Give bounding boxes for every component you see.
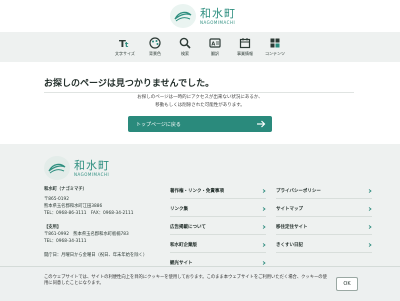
footer-logo-name: 和水町 bbox=[74, 158, 110, 172]
footer-link-sitemap[interactable]: サイトマップ bbox=[276, 202, 372, 217]
palette-icon bbox=[149, 37, 161, 49]
chevron-right-icon bbox=[368, 207, 372, 211]
footer-link-migration[interactable]: 移住定住サイト bbox=[276, 220, 372, 235]
cookie-consent-banner: このウェブサイトでは、サイトの利便性向上を目的にクッキーを使用しております。この… bbox=[0, 266, 400, 301]
grid-icon bbox=[270, 38, 280, 48]
leaf-logo-icon bbox=[44, 156, 70, 180]
footer-link-label: プライバシーポリシー bbox=[276, 189, 321, 194]
chevron-right-icon bbox=[262, 207, 266, 211]
page-title: お探しのページは見つかりませんでした。 bbox=[44, 76, 354, 93]
back-to-top-page-button[interactable]: トップページに戻る bbox=[128, 116, 272, 132]
footer-link-business-edition[interactable]: 和水町企業版 bbox=[170, 238, 266, 253]
error-message-line2: 移動もしくは削除された可能性があります。 bbox=[155, 103, 245, 108]
chevron-right-icon bbox=[262, 225, 266, 229]
nav-contents[interactable]: コンテンツ bbox=[260, 32, 290, 62]
calendar-icon bbox=[239, 38, 251, 49]
chevron-right-icon bbox=[368, 225, 372, 229]
arrow-right-icon bbox=[257, 120, 266, 128]
office-name: 和水町（ナゴミマチ） bbox=[44, 187, 87, 192]
leaf-logo-icon bbox=[170, 4, 196, 28]
chevron-right-icon bbox=[368, 189, 372, 193]
utility-nav: Tt 文字サイズ 背景色 検索 A 翻訳 事業情報 コンテンツ bbox=[0, 32, 400, 62]
chevron-right-icon bbox=[368, 243, 372, 247]
error-message-line1: お探しのページは一時的にアクセスが出来ない状況にあるか、 bbox=[137, 95, 263, 100]
branch-tel: TEL：0968-34-3111 bbox=[44, 239, 87, 244]
nav-translate[interactable]: A 翻訳 bbox=[200, 32, 230, 62]
footer-link-label: きくすい日記 bbox=[276, 243, 303, 248]
office-phone-fax: TEL：0968-86-3111 FAX：0968-34-2111 bbox=[44, 211, 134, 216]
office-address: 熊本県玉名郡和水町江田3886 bbox=[44, 204, 103, 209]
footer-link-label: リンク集 bbox=[170, 207, 188, 212]
logo-name: 和水町 bbox=[200, 6, 236, 20]
footer-logo-subtitle: NAGOMIMACHI bbox=[74, 171, 110, 177]
nav-search[interactable]: 検索 bbox=[170, 32, 200, 62]
main-content: お探しのページは見つかりませんでした。 お探しのページは一時的にアクセスが出来な… bbox=[0, 62, 400, 144]
branch-title: 【支所】 bbox=[44, 225, 62, 230]
nav-label: 検索 bbox=[181, 51, 189, 56]
nav-background-color[interactable]: 背景色 bbox=[140, 32, 170, 62]
office-hours: 開庁日：月曜日から金曜日（祝日、年末年始を除く） bbox=[44, 253, 148, 258]
footer-link-copyright[interactable]: 著作権・リンク・免責事項 bbox=[170, 184, 266, 199]
nav-label: 翻訳 bbox=[211, 51, 219, 56]
footer-link-links[interactable]: リンク集 bbox=[170, 202, 266, 217]
nav-label: 文字サイズ bbox=[115, 51, 135, 56]
svg-text:t: t bbox=[125, 41, 129, 49]
footer-link-advertising[interactable]: 広告掲載について bbox=[170, 220, 266, 235]
cookie-consent-text: このウェブサイトでは、サイトの利便性向上を目的にクッキーを使用しております。この… bbox=[44, 275, 327, 287]
footer-link-label: 広告掲載について bbox=[170, 225, 206, 230]
nav-label: 背景色 bbox=[149, 51, 161, 56]
cookie-ok-button[interactable]: OK bbox=[336, 277, 358, 291]
footer-link-label: 著作権・リンク・免責事項 bbox=[170, 189, 224, 194]
branch-address: 〒861-0992 熊本県玉名郡和水町板楠783 bbox=[44, 232, 129, 237]
site-header: 和水町 NAGOMIMACHI bbox=[0, 0, 400, 32]
svg-text:A: A bbox=[211, 42, 215, 48]
text-size-icon: Tt bbox=[119, 39, 129, 49]
nav-label: 事業情報 bbox=[237, 51, 253, 56]
back-to-top-label: トップページに戻る bbox=[136, 121, 181, 128]
chevron-right-icon bbox=[262, 189, 266, 193]
office-postal: 〒865-0192 bbox=[44, 197, 69, 202]
footer-link-label: 和水町企業版 bbox=[170, 243, 197, 248]
footer-link-label: サイトマップ bbox=[276, 207, 303, 212]
translate-icon: A bbox=[209, 38, 221, 48]
chevron-right-icon bbox=[262, 261, 266, 265]
nav-text-size[interactable]: Tt 文字サイズ bbox=[110, 32, 140, 62]
search-icon bbox=[179, 37, 191, 49]
footer-link-privacy[interactable]: プライバシーポリシー bbox=[276, 184, 372, 199]
nav-business-info[interactable]: 事業情報 bbox=[230, 32, 260, 62]
footer-link-kikusui-diary[interactable]: きくすい日記 bbox=[276, 238, 372, 253]
logo-subtitle: NAGOMIMACHI bbox=[200, 19, 236, 25]
footer-logo[interactable]: 和水町 NAGOMIMACHI bbox=[44, 156, 110, 180]
footer-link-label: 移住定住サイト bbox=[276, 225, 308, 230]
site-logo[interactable]: 和水町 NAGOMIMACHI bbox=[170, 4, 236, 28]
nav-label: コンテンツ bbox=[265, 51, 285, 56]
chevron-right-icon bbox=[262, 243, 266, 247]
